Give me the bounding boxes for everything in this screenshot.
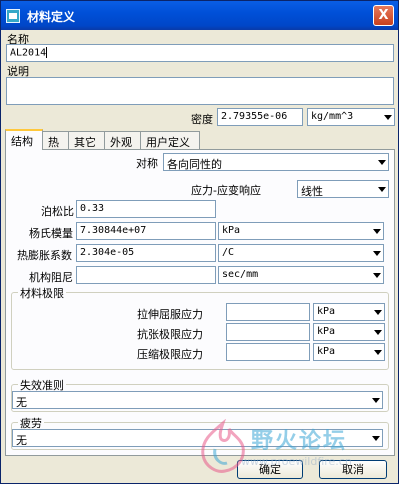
- symmetry-select[interactable]: 各向同性的: [163, 153, 389, 171]
- name-input[interactable]: AL2014: [6, 44, 394, 62]
- tab-appearance[interactable]: 外观: [104, 131, 141, 149]
- tensile-yield-unit-value: kPa: [317, 306, 336, 317]
- compression-limit-unit-select[interactable]: kPa: [313, 343, 385, 361]
- stress-strain-select[interactable]: 线性: [297, 180, 389, 198]
- ok-button[interactable]: 确定: [237, 460, 303, 479]
- close-button[interactable]: X: [373, 5, 394, 26]
- youngs-unit-value: kPa: [222, 225, 241, 236]
- chevron-down-icon: [372, 436, 380, 441]
- text-caret: [46, 47, 48, 58]
- density-label: 密度: [191, 113, 213, 126]
- cancel-button[interactable]: 取消: [319, 460, 387, 479]
- material-limits-title: 材料极限: [18, 285, 66, 301]
- fatigue-value: 无: [16, 434, 27, 447]
- name-value: AL2014: [10, 47, 47, 59]
- thermal-expansion-label: 热膨胀系数: [17, 249, 72, 262]
- description-textarea[interactable]: [6, 77, 394, 105]
- material-definition-dialog: 材料定义 X 名称 AL2014 说明 密度 2.79355e-06 kg/mm…: [0, 0, 399, 484]
- window-icon: [6, 9, 20, 23]
- tab-user-defined[interactable]: 用户定义: [140, 131, 200, 149]
- thermal-expansion-unit-value: /C: [222, 247, 235, 258]
- chevron-down-icon: [384, 115, 392, 120]
- tab-thermal[interactable]: 热: [42, 131, 69, 149]
- chevron-down-icon: [373, 273, 381, 278]
- chevron-down-icon: [373, 251, 381, 256]
- structure-tab-panel: 对称 各向同性的 应力-应变响应 线性 泊松比 0.33 杨氏模量 7.3084…: [5, 149, 395, 456]
- chevron-down-icon: [372, 398, 380, 403]
- thermal-expansion-input[interactable]: 2.304e-05: [76, 244, 216, 262]
- tensile-yield-label: 拉伸屈服应力: [137, 308, 203, 321]
- damping-input[interactable]: [76, 266, 216, 284]
- youngs-input[interactable]: 7.30844e+07: [76, 222, 216, 240]
- density-input[interactable]: 2.79355e-06: [217, 108, 303, 126]
- compression-limit-label: 压缩极限应力: [137, 348, 203, 361]
- chevron-down-icon: [378, 187, 386, 192]
- tension-limit-unit-select[interactable]: kPa: [313, 323, 385, 341]
- failure-criterion-select[interactable]: 无: [12, 391, 383, 409]
- tension-limit-input[interactable]: [226, 323, 310, 341]
- stress-strain-value: 线性: [301, 185, 323, 198]
- failure-criterion-value: 无: [16, 396, 27, 409]
- youngs-unit-select[interactable]: kPa: [218, 222, 384, 240]
- youngs-label: 杨氏模量: [29, 227, 73, 240]
- poisson-label: 泊松比: [41, 205, 74, 218]
- tensile-yield-input[interactable]: [226, 303, 310, 321]
- fatigue-select[interactable]: 无: [12, 429, 383, 447]
- density-unit-value: kg/mm^3: [311, 111, 354, 122]
- compression-limit-input[interactable]: [226, 343, 310, 361]
- material-limits-group: 材料极限 拉伸屈服应力 kPa 抗张极限应力 kPa 压缩极限应力 kPa: [11, 285, 389, 370]
- title-bar[interactable]: 材料定义 X: [1, 1, 398, 30]
- compression-limit-unit-value: kPa: [317, 346, 336, 357]
- chevron-down-icon: [378, 160, 386, 165]
- chevron-down-icon: [374, 350, 382, 355]
- tension-limit-label: 抗张极限应力: [137, 328, 203, 341]
- tensile-yield-unit-select[interactable]: kPa: [313, 303, 385, 321]
- chevron-down-icon: [374, 310, 382, 315]
- tab-structure[interactable]: 结构: [5, 129, 43, 150]
- density-unit-select[interactable]: kg/mm^3: [307, 108, 395, 126]
- window-title: 材料定义: [27, 10, 76, 24]
- damping-unit-select[interactable]: sec/mm: [218, 266, 384, 284]
- tab-other[interactable]: 其它: [68, 131, 105, 149]
- tension-limit-unit-value: kPa: [317, 326, 336, 337]
- symmetry-value: 各向同性的: [167, 158, 222, 171]
- chevron-down-icon: [374, 330, 382, 335]
- damping-unit-value: sec/mm: [222, 269, 259, 280]
- damping-label: 机构阻尼: [29, 271, 73, 284]
- poisson-input[interactable]: 0.33: [76, 200, 216, 218]
- thermal-expansion-unit-select[interactable]: /C: [218, 244, 384, 262]
- chevron-down-icon: [373, 229, 381, 234]
- symmetry-label: 对称: [136, 157, 158, 170]
- stress-strain-label: 应力-应变响应: [191, 184, 261, 197]
